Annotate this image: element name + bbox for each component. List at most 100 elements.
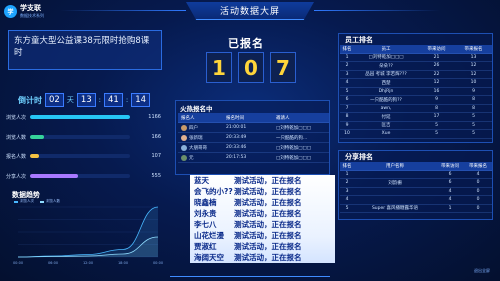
rank-cell: 5 <box>345 205 349 211</box>
exit-fullscreen-button[interactable]: 退出全屏 <box>474 268 490 274</box>
visits-cell: 9 <box>435 97 438 103</box>
registrations-cell: 0 <box>476 197 480 203</box>
avatar <box>181 154 187 161</box>
column-header: 用户名称 <box>386 163 404 169</box>
visits-cell: 12 <box>433 80 440 86</box>
inviter-name: □刘特乾加□□□ <box>276 145 312 151</box>
share-ranking-table: 排名 用户名称 带来访问 带来报名 1 6 4 2 刘韵栅 6 0 3 4 0 4 4 0 5 Super … <box>340 162 492 213</box>
ticker-row: 刘永贵 测试活动，正在报名 <box>190 208 335 219</box>
ticker-name: 蓝天 <box>194 176 209 185</box>
registrations-cell: 12 <box>470 63 477 69</box>
bottom-divider <box>170 276 330 277</box>
registrations-cell: 5 <box>472 122 475 128</box>
registrant-name: 张新瑞 <box>189 135 203 141</box>
rank-cell: 1 <box>345 171 349 177</box>
ticker-message: 测试活动，正在报名 <box>234 220 302 229</box>
stat-label: 浏览人数 <box>6 134 27 141</box>
top-bar: 学 学支联 数据技术系列 活动数据大屏 <box>0 0 500 22</box>
ticker-message: 测试活动，正在报名 <box>234 187 302 196</box>
stat-value: 1166 <box>148 114 161 120</box>
countdown-seconds: 14 <box>131 93 151 107</box>
stat-label: 分享人次 <box>6 173 27 180</box>
name-cell: 付延 <box>381 114 391 120</box>
rank-cell: 10 <box>344 131 350 137</box>
stat-bar <box>30 135 130 139</box>
name-cell: Super 喜风播糖露华语 <box>371 206 419 212</box>
visits-cell: 5 <box>435 122 438 128</box>
rank-cell: 2 <box>345 63 349 69</box>
name-cell: Xue <box>381 131 391 137</box>
column-header: 邀请人 <box>276 115 290 121</box>
ticker-message: 测试活动，正在报名 <box>234 253 302 262</box>
logo-icon: 学 <box>4 4 17 18</box>
ticker-name: 李七八 <box>194 220 217 229</box>
registrations-cell: 8 <box>472 97 475 103</box>
visits-cell: 21 <box>433 54 440 60</box>
page-title: 活动数据大屏 <box>219 7 280 17</box>
visits-cell: 17 <box>433 114 440 120</box>
stat-bar-fill <box>30 135 44 139</box>
avatar <box>181 134 187 141</box>
ticker-row: 李七八 测试活动，正在报名 <box>190 219 335 230</box>
countdown-days: 02 <box>45 93 64 107</box>
column-header: 报名时间 <box>226 115 244 121</box>
registrations-cell: 0 <box>476 205 480 211</box>
visits-cell: 4 <box>448 197 452 203</box>
hot-registration-title: 火热报名中 <box>180 105 213 113</box>
table-row: 3 品园 考城 李若辉??? 22 12 <box>340 71 492 79</box>
column-header: 员工 <box>381 46 391 52</box>
registrations-cell: 5 <box>472 131 475 137</box>
table-row: 4 4 0 <box>340 196 492 205</box>
table-row: 2 朵朵?? 26 12 <box>340 62 492 71</box>
registrations-cell: 13 <box>470 54 477 60</box>
registrations-cell: 4 <box>476 171 480 177</box>
x-tick-label: 18:00 <box>118 261 128 265</box>
registrations-cell: 10 <box>470 80 477 86</box>
table-row: 6 一只酷酷的狗?? 9 8 <box>340 96 492 105</box>
ticker-name: 晓鑫楠 <box>194 198 217 207</box>
inviter-name: 一只酷酷的狗... <box>276 135 308 141</box>
table-row: 4 西楚 12 10 <box>340 79 492 88</box>
registrant-name: 大朋哥哥 <box>189 145 207 151</box>
avatar <box>181 144 187 151</box>
name-cell: □刘特乾加□□□ <box>368 55 404 61</box>
name-cell: 一只酷酷的狗?? <box>370 97 402 103</box>
registration-time: 20:17:53 <box>226 155 247 160</box>
staff-ranking-title: 员工排名 <box>345 36 373 44</box>
counter-digit: 7 <box>270 52 296 83</box>
visits-cell: 26 <box>433 63 440 69</box>
share-ranking-panel: 分享排名 排名 用户名称 带来访问 带来报名 1 6 4 2 刘韵栅 6 0 3 4 0 4 4 0 5 S… <box>338 150 493 220</box>
registrations-cell: 9 <box>472 88 475 94</box>
trend-chart: 00:00 06:00 12:00 18:00 00:00 <box>13 206 163 265</box>
rank-cell: 9 <box>345 122 349 128</box>
stat-value: 555 <box>151 173 161 179</box>
stat-row-shares: 分享人次 555 <box>6 170 161 182</box>
stat-row-visitors: 浏览人数 166 <box>6 131 161 143</box>
course-title-card: 东方童大型公益课38元限时抢购8课时 <box>8 30 162 70</box>
table-row: 8 付延 17 5 <box>340 113 492 122</box>
ticker-message: 测试活动，正在报名 <box>234 209 302 218</box>
registration-ticker: 蓝天 测试活动，正在报名 会飞的小?? 测试活动，正在报名 晓鑫楠 测试活动，正在报名… <box>190 175 335 263</box>
rank-cell: 5 <box>345 88 349 94</box>
x-tick-label: 12:00 <box>83 261 93 265</box>
ticker-message: 测试活动，正在报名 <box>234 176 302 185</box>
table-row: 张新瑞 20:33:49 一只酷酷的狗... <box>178 133 329 143</box>
brand-logo: 学 学支联 数据技术系列 <box>4 3 44 19</box>
ticker-name: 刘永贵 <box>194 209 217 218</box>
table-row: 7 awn, 8 8 <box>340 105 492 113</box>
table-row: 1 □刘特乾加□□□ 21 13 <box>340 54 492 62</box>
registrations-cell: 12 <box>470 71 477 77</box>
ticker-row: 贾淑红 测试活动，正在报名 <box>190 241 335 252</box>
avatar <box>181 124 187 131</box>
table-header: 报名人 报名时间 邀请人 <box>178 113 329 123</box>
stat-label: 浏览人次 <box>6 114 27 121</box>
registrations-cell: 8 <box>472 105 475 111</box>
stat-bar-fill <box>30 174 78 178</box>
countdown: 倒计时 02 天 13 : 41 : 14 <box>18 93 151 107</box>
x-tick-label: 06:00 <box>48 261 58 265</box>
header-line-right <box>314 10 440 11</box>
registrant-name: 四户 <box>189 125 198 131</box>
column-header: 报名人 <box>181 115 195 121</box>
registrant-name: 元 <box>189 155 194 161</box>
registered-label: 已报名 <box>228 37 264 50</box>
